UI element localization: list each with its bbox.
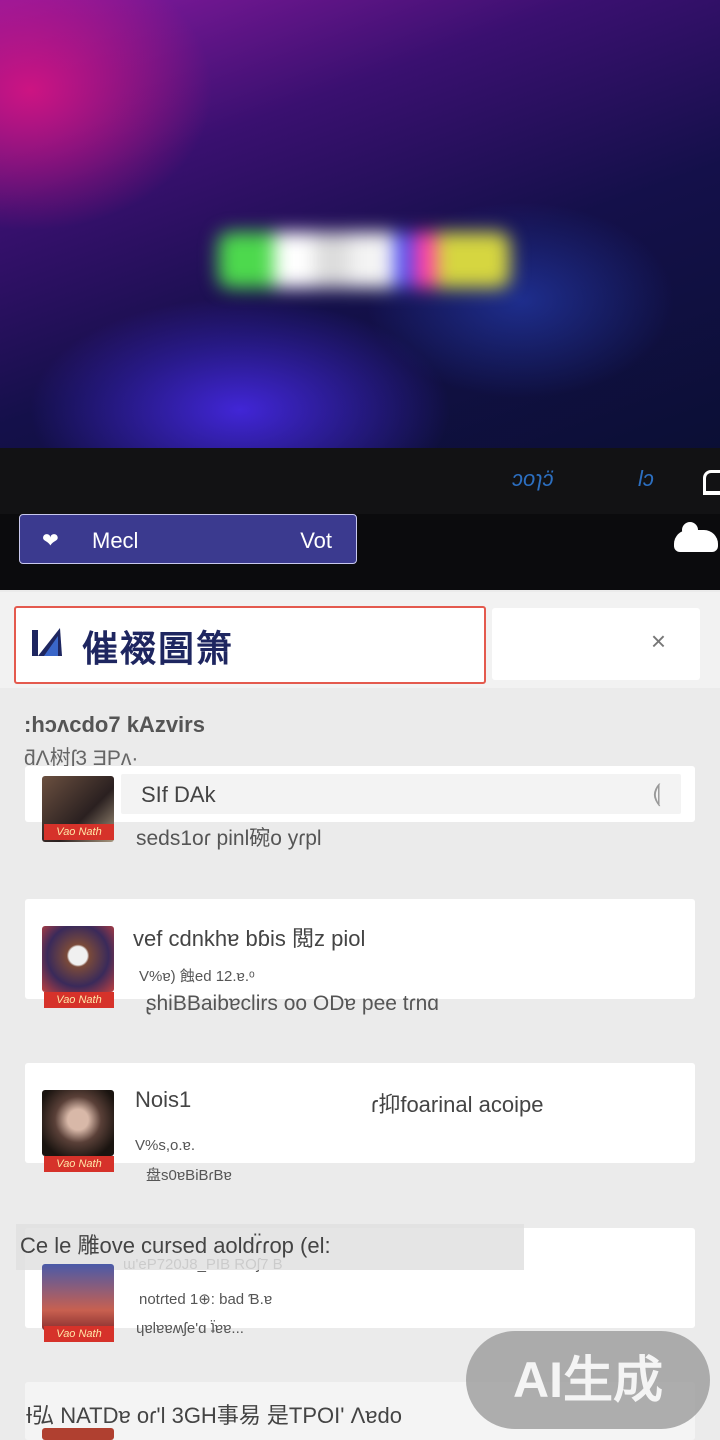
item-tag: Vao Nath (44, 824, 114, 840)
search-input[interactable]: 催裰圄箫 (14, 606, 486, 684)
pill-label: Mecl (92, 528, 139, 553)
item-title: Nois1 (135, 1087, 192, 1112)
item-title: vef cdnkhɐ bɓis 閲z piol (133, 926, 366, 951)
dark-toolbar: ɔoɿɔ̈ lɔ ❤ Mecl Vot (0, 448, 720, 590)
pill-value: Vot (300, 528, 332, 553)
item-tag: Vao Nath (44, 992, 114, 1008)
search-query-text: 催裰圄箫 (82, 628, 235, 669)
bookmark-icon[interactable]: ⟬ (652, 780, 661, 808)
item-description-2: ɥɐlɐɐʍʃe'ɑ ʇ̈ɐɐ... (136, 1320, 244, 1337)
item-title-right: ɾ抑foarinal acoipe (371, 1092, 544, 1117)
item-description: seds1oɾ pinl碗o yɾpl (136, 827, 322, 850)
toolbar-link-2[interactable]: lɔ (638, 466, 654, 492)
list-item[interactable]: SIf DAk ⟬ (25, 766, 695, 822)
brand-logo-icon (32, 628, 62, 656)
item-description: notɾted 1⊕: bad Ɓ.ɐ (139, 1291, 273, 1308)
item-description: 盘s0ɐBiBɾBɐ (146, 1167, 232, 1184)
list-item[interactable]: vef cdnkhɐ bɓis 閲z piol V%ɐ) 蝕ed 12.ɐ.ᵒ (25, 899, 695, 999)
ai-generated-watermark: AI生成 (466, 1331, 710, 1429)
hero-banner[interactable] (0, 0, 720, 448)
item-meta: V%s,o.ɐ. (135, 1137, 196, 1154)
item-overlay-text: Ɨ弘 NATDɐ oɾ'l 3GH事易 是TPOI' Ʌɐdo (26, 1403, 402, 1428)
item-thumbnail[interactable] (42, 1090, 114, 1156)
heart-icon: ❤ (42, 530, 59, 552)
item-meta: V%ɐ) 蝕ed 12.ɐ.ᵒ (139, 968, 255, 985)
home-icon[interactable] (703, 470, 720, 495)
blurred-app-logo (218, 232, 510, 288)
item-description: ʂhiBBaibɐclirs oo ODɐ pee tɾnɑ (146, 992, 439, 1015)
section-title: :hɔʌcdo7 kAzvirs (24, 712, 205, 737)
tag-pill[interactable]: ❤ Mecl Vot (19, 514, 357, 564)
search-row: 催裰圄箫 × (0, 592, 720, 688)
item-tag: Vao Nath (44, 1156, 114, 1172)
item-overlay-text: Ce le 雕ove cursed aoldɾ̈ɾop (el: (20, 1233, 331, 1258)
item-thumbnail[interactable] (42, 1428, 114, 1440)
toolbar-link-1[interactable]: ɔoɿɔ̈ (512, 466, 554, 492)
close-icon[interactable]: × (651, 628, 666, 654)
toolbar-top-bar: ɔoɿɔ̈ lɔ (0, 448, 720, 514)
list-item[interactable]: Nois1 ɾ抑foarinal acoipe V%s,o.ɐ. (25, 1063, 695, 1163)
item-thumbnail[interactable] (42, 926, 114, 992)
item-title: SIf DAk (141, 782, 216, 807)
cloud-icon[interactable] (674, 522, 718, 552)
item-thumbnail[interactable] (42, 1264, 114, 1330)
search-side-field[interactable]: × (492, 608, 700, 680)
item-tag: Vao Nath (44, 1326, 114, 1342)
